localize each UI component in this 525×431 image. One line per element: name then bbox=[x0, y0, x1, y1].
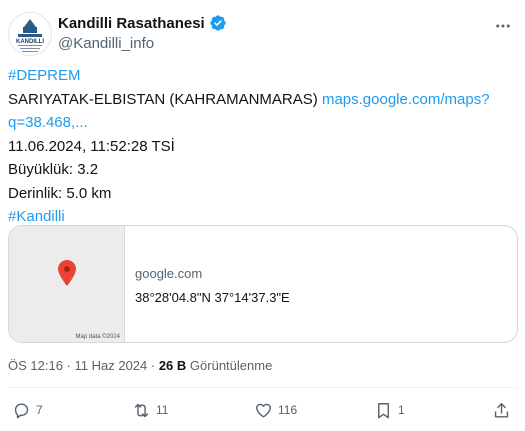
tweet-header: KANDILLI Kandilli Rasathanesi @Kandilli_… bbox=[8, 12, 517, 56]
kandilli-logo: KANDILLI bbox=[16, 19, 44, 52]
like-count: 116 bbox=[278, 403, 298, 417]
reply-icon bbox=[14, 402, 29, 418]
more-options-icon[interactable] bbox=[491, 16, 515, 36]
heart-icon bbox=[256, 403, 271, 418]
reply-button[interactable]: 7 bbox=[12, 398, 43, 422]
share-button[interactable] bbox=[492, 398, 511, 422]
reply-count: 7 bbox=[36, 403, 43, 417]
views-label: Görüntülenme bbox=[189, 358, 273, 373]
views-count: 26 B bbox=[158, 358, 187, 373]
like-button[interactable]: 116 bbox=[254, 398, 297, 422]
meta-separator-2: · bbox=[147, 358, 159, 373]
verified-badge-icon[interactable] bbox=[209, 14, 227, 32]
avatar[interactable]: KANDILLI bbox=[8, 12, 52, 56]
tweet-text: #DEPREM SARIYATAK-ELBISTAN (KAHRAMANMARA… bbox=[8, 64, 505, 229]
author-handle[interactable]: @Kandilli_info bbox=[58, 35, 227, 52]
bookmark-count: 1 bbox=[398, 403, 405, 417]
magnitude-line: Büyüklük: 3.2 bbox=[8, 161, 99, 178]
author-display-name[interactable]: Kandilli Rasathanesi bbox=[58, 15, 205, 32]
tweet: KANDILLI Kandilli Rasathanesi @Kandilli_… bbox=[0, 0, 525, 431]
location-text: SARIYATAK-ELBISTAN (KAHRAMANMARAS) bbox=[8, 90, 318, 108]
author-names: Kandilli Rasathanesi @Kandilli_info bbox=[58, 14, 227, 52]
link-preview-card[interactable]: Map data ©2024 google.com 38°28'04.8"N 3… bbox=[8, 225, 518, 343]
datetime-line: 11.06.2024, 11:52:28 TSİ bbox=[8, 137, 175, 155]
card-domain: google.com bbox=[135, 266, 203, 281]
share-icon bbox=[494, 402, 509, 418]
bookmark-button[interactable]: 1 bbox=[374, 398, 405, 422]
repost-count: 11 bbox=[156, 403, 169, 417]
map-thumbnail[interactable]: Map data ©2024 bbox=[9, 226, 125, 342]
action-bar: 7 11 116 1 bbox=[12, 398, 513, 422]
card-info: google.com 38°28'04.8"N 37°14'37.3"E bbox=[135, 266, 290, 305]
map-link-part2[interactable]: q=38.468,... bbox=[8, 114, 88, 131]
map-credit: Map data ©2024 bbox=[75, 334, 120, 340]
map-link-part1[interactable]: maps.google.com/maps? bbox=[322, 91, 490, 108]
hashtag-deprem[interactable]: #DEPREM bbox=[8, 67, 81, 84]
name-row: Kandilli Rasathanesi bbox=[58, 14, 227, 32]
repost-button[interactable]: 11 bbox=[132, 398, 168, 422]
tweet-meta: ÖS 12:16 · 11 Haz 2024 · 26 B Görüntülen… bbox=[8, 358, 272, 373]
divider bbox=[8, 387, 517, 388]
map-pin-icon bbox=[58, 260, 76, 286]
bookmark-icon bbox=[378, 402, 389, 418]
meta-separator: · bbox=[62, 358, 75, 373]
tweet-time[interactable]: ÖS 12:16 bbox=[8, 358, 63, 373]
tweet-date[interactable]: 11 Haz 2024 bbox=[75, 358, 148, 373]
hashtag-kandilli[interactable]: #Kandilli bbox=[8, 208, 65, 225]
svg-text:KANDILLI: KANDILLI bbox=[16, 39, 44, 45]
repost-icon bbox=[134, 403, 149, 417]
depth-line: Derinlik: 5.0 km bbox=[8, 184, 112, 202]
card-coordinates: 38°28'04.8"N 37°14'37.3"E bbox=[135, 290, 290, 305]
